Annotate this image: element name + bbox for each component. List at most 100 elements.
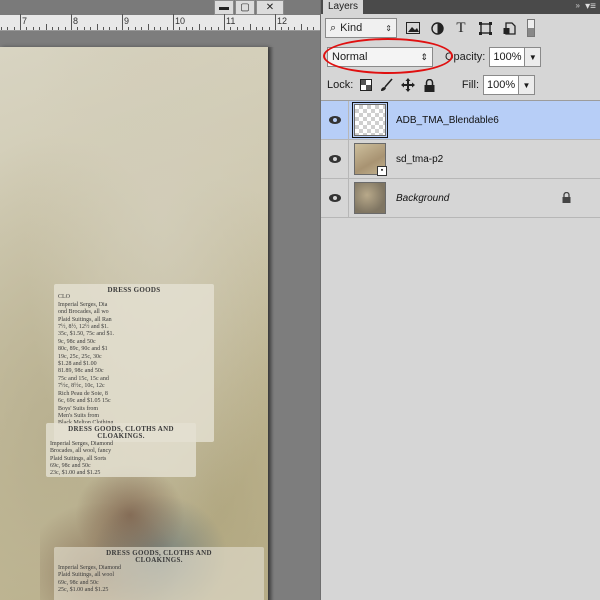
clipping-line: 19c, 25c, 25c, 30c [58,353,102,360]
tab-layers[interactable]: Layers [323,0,364,14]
document-canvas[interactable]: DRESS GOODS CLO Imperial Serges, Dia ond B… [0,47,268,600]
ruler-tick [147,24,149,30]
clipping-subheading: CLOAKINGS. [97,432,145,441]
visibility-toggle[interactable] [321,100,349,140]
ruler-tick [192,27,194,30]
chevron-updown-icon: ⇕ [385,23,392,33]
ruler-tick [39,27,41,30]
horizontal-ruler[interactable]: 7 8 9 10 11 12 [0,14,320,31]
document-shadow [268,47,274,600]
ruler-tick [275,14,276,30]
ruler-tick [141,27,143,30]
ruler-tick [71,14,72,30]
clipping-line: 7½c, 8½c, 10c, 12c [58,383,105,390]
ruler-tick [230,27,232,30]
filter-kind-select[interactable]: ⌕ Kind ⇕ [325,18,397,38]
ruler-tick [58,27,60,30]
search-icon: ⌕ [330,21,337,34]
ruler-tick [294,27,296,30]
clipping-line: 6c, 69c and $1.05 15c [58,398,111,405]
type-filter-icon[interactable]: T [453,20,469,36]
chevron-updown-icon: ⇕ [420,51,428,62]
opacity-label: Opacity: [445,51,486,63]
layer-name[interactable]: sd_tma-p2 [396,154,443,165]
ruler-tick [90,27,92,30]
close-button[interactable]: ✕ [256,0,284,15]
eye-icon [328,116,341,124]
ruler-tick [198,24,200,30]
ruler-tick [313,27,315,30]
clipping-line: $1.28 and $1.00 [58,361,97,368]
ruler-tick [128,27,130,30]
filter-kind-label: Kind [340,22,363,34]
clipping-line: Imperial Serges, Diamond [58,564,122,571]
eye-icon [328,155,341,163]
lock-transparent-pixels-icon[interactable] [358,77,374,93]
layer-name[interactable]: Background [396,193,449,204]
adjustment-filter-icon[interactable] [429,20,445,36]
collapse-icon[interactable]: » [576,1,580,10]
ruler-tick [224,14,225,30]
lock-label: Lock: [327,79,354,91]
clipping-line: 23c, $1.00 and $1.25 [50,470,101,477]
maximize-button[interactable]: ▢ [235,0,255,15]
clipping-heading: DRESS GOODS [107,286,161,294]
clipping-line: Brocades, all wool, fancy [50,448,112,455]
canvas-area[interactable]: DRESS GOODS CLO Imperial Serges, Dia ond B… [0,31,320,600]
opacity-input[interactable]: 100% [489,47,526,67]
lock-image-pixels-icon[interactable] [379,77,395,93]
clipping-line: Boys' Suits from [58,405,99,412]
ruler-tick [268,27,270,30]
minimize-button[interactable]: ▬ [214,0,234,15]
fill-input[interactable]: 100% [483,75,519,95]
ruler-tick [83,27,85,30]
ruler-tick [255,27,257,30]
shape-filter-icon[interactable] [477,20,493,36]
ruler-tick [32,27,34,30]
ruler-tick [51,27,53,30]
layer-name[interactable]: ADB_TMA_Blendable6 [396,115,499,126]
ruler-label: 10 [175,16,186,26]
ruler-tick [243,27,245,30]
blend-mode-select[interactable]: Normal ⇕ [327,47,433,67]
layer-row[interactable]: Background [321,178,600,218]
layer-row[interactable]: ADB_TMA_Blendable6 [321,100,600,140]
smart-object-filter-icon[interactable] [501,20,517,36]
ruler-label: 11 [226,16,236,26]
lock-position-icon[interactable] [400,77,416,93]
ruler-label: 12 [277,16,288,26]
lock-all-icon[interactable] [421,77,437,93]
ruler-label: 9 [124,16,130,26]
clipping-line: Plaid Suitings, all Ran [58,316,112,323]
ruler-tick [236,27,238,30]
ruler-tick [7,27,9,30]
filter-toggle-switch[interactable] [527,19,535,37]
opacity-dropdown-button[interactable]: ▼ [525,47,542,67]
visibility-toggle[interactable] [321,139,349,179]
visibility-toggle[interactable] [321,178,349,218]
ruler-tick [306,27,308,30]
photoshop-window: ▬ ▢ ✕ 7 8 9 10 11 12 DRESS GOODS CLO Imperial … [0,0,600,600]
fill-group: Fill: 100% ▼ [462,75,535,95]
layer-thumbnail [354,182,386,214]
ruler-tick [204,27,206,30]
clipping-line: 80c, 89c, 90c and $1 [58,346,108,353]
fill-dropdown-button[interactable]: ▼ [519,75,535,95]
ruler-tick [211,27,213,30]
ruler-tick [300,24,302,30]
panel-menu-icon[interactable]: ▾≡ [585,0,596,14]
clipping-line: 69c, 98c and 50c [58,579,99,586]
eye-icon [328,194,341,202]
layer-row[interactable]: ▪ sd_tma-p2 [321,139,600,179]
ruler-tick [77,27,79,30]
layer-thumbnail: ▪ [354,143,387,176]
document-workspace: ▬ ▢ ✕ 7 8 9 10 11 12 DRESS GOODS CLO Imperial … [0,0,320,600]
clipping-line: Plaid Suitings, all wool [58,572,115,579]
panel-tabbar: Layers » ▾≡ [321,0,600,14]
clipping-line: 25c, $1.00 and $1.25 [58,587,109,594]
ruler-tick [26,27,28,30]
image-filter-icon[interactable] [405,20,421,36]
lock-row: Lock: Fill: 100% ▼ [321,73,600,97]
newspaper-clipping: DRESS GOODS, CLOTHS AND CLOAKINGS. Imper… [54,547,264,600]
ruler-tick [153,27,155,30]
